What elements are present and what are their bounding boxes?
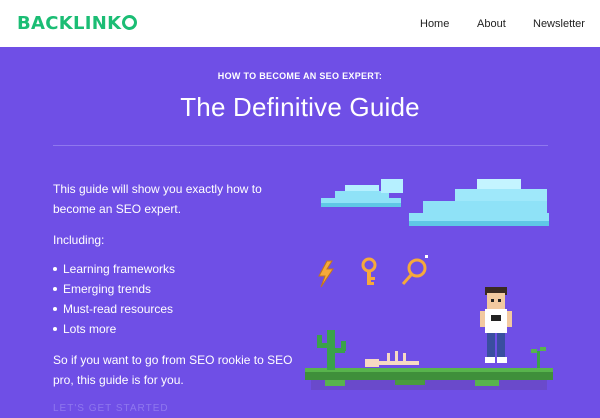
- key-icon: [361, 257, 377, 285]
- lightning-icon: [318, 260, 334, 288]
- skeleton-icon: [365, 351, 419, 367]
- cloud-icon: [409, 179, 549, 226]
- including-label: Including:: [53, 233, 105, 247]
- hero-kicker: HOW TO BECOME AN SEO EXPERT:: [217, 71, 383, 81]
- list-item: Must-read resources: [53, 299, 175, 319]
- site-header: BACKLINK Home About Newsletter: [0, 0, 600, 47]
- feature-list: Learning frameworks Emerging trends Must…: [53, 259, 175, 339]
- character-icon: [480, 287, 512, 363]
- nav-home[interactable]: Home: [420, 17, 449, 31]
- list-item: Learning frameworks: [53, 259, 175, 279]
- sprout-icon: [531, 347, 546, 368]
- magnifier-icon: [401, 255, 428, 285]
- logo-text: BACKLINK: [17, 13, 122, 34]
- logo-ring-icon: [122, 15, 138, 30]
- nav-newsletter[interactable]: Newsletter: [533, 17, 585, 31]
- list-item: Emerging trends: [53, 279, 175, 299]
- list-item: Lots more: [53, 319, 175, 339]
- ground-platform: [305, 368, 553, 390]
- cloud-icon: [321, 179, 403, 207]
- logo[interactable]: BACKLINK: [17, 13, 138, 35]
- cactus-icon: [317, 330, 346, 370]
- pixel-art-illustration: [305, 179, 553, 390]
- get-started-link[interactable]: LET'S GET STARTED: [53, 403, 169, 414]
- page-title: The Definitive Guide: [180, 92, 420, 122]
- intro-text: This guide will show you exactly how to …: [53, 182, 262, 216]
- divider: [53, 145, 548, 146]
- nav-about[interactable]: About: [477, 17, 506, 31]
- closing-text: So if you want to go from SEO rookie to …: [53, 353, 293, 387]
